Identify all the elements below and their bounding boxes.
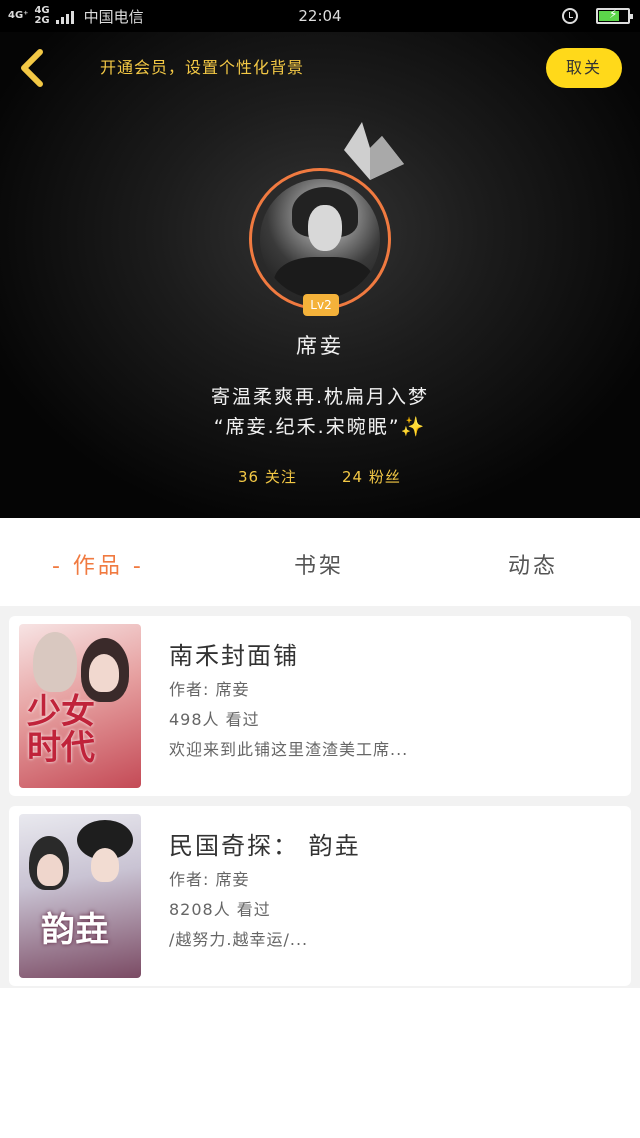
work-views: 498人 看过	[169, 710, 260, 729]
tab-bookshelf[interactable]: 书架	[294, 548, 344, 580]
cover-title-art: 少女 时代	[27, 692, 95, 768]
fans-count[interactable]: 24 粉丝	[342, 466, 401, 487]
status-bar: 4G⁺ 4G 2G 中国电信 22:04 ⚡	[0, 0, 640, 32]
work-card[interactable]: 韵垚 民国奇探： 韵垚 作者: 席妾 8208人 看过 /越努力.越幸运/...	[9, 806, 631, 986]
vip-background-promo[interactable]: 开通会员，设置个性化背景	[100, 54, 304, 78]
work-views: 8208人 看过	[169, 900, 271, 919]
tab-activity[interactable]: 动态	[508, 548, 558, 580]
work-title: 民国奇探： 韵垚	[169, 832, 361, 860]
following-count[interactable]: 36 关注	[238, 466, 297, 487]
avatar[interactable]	[260, 179, 380, 299]
tab-works[interactable]: - 作品 -	[52, 548, 144, 580]
back-button[interactable]	[14, 46, 54, 90]
unfollow-button[interactable]: 取关	[546, 48, 622, 88]
work-description: /越努力.越幸运/...	[169, 930, 309, 949]
work-cover: 韵垚	[19, 814, 141, 978]
bio-line-2-text: “席妾.纪禾.宋晼眠”	[213, 416, 401, 438]
work-author: 作者: 席妾	[169, 680, 250, 699]
sparkle-icon: ✨	[400, 416, 427, 438]
work-cover: 少女 时代	[19, 624, 141, 788]
user-name: 席妾	[296, 334, 344, 358]
chevron-left-icon	[21, 49, 43, 87]
status-time: 22:04	[298, 7, 342, 25]
work-author: 作者: 席妾	[169, 870, 250, 889]
cover-title-art: 韵垚	[41, 910, 109, 950]
work-description: 欢迎来到此铺这里渣渣美工席...	[169, 740, 409, 759]
bio-line-2: “席妾.纪禾.宋晼眠”✨	[0, 412, 640, 439]
work-title: 南禾封面铺	[169, 642, 299, 670]
profile-tabs: - 作品 - 书架 动态	[0, 518, 640, 606]
profile-header: 开通会员，设置个性化背景 取关 Lv2 席妾 寄温柔爽再.枕扁月入梦 “席妾.纪…	[0, 32, 640, 518]
works-list: 少女 时代 南禾封面铺 作者: 席妾 498人 看过 欢迎来到此铺这里渣渣美工席…	[0, 606, 640, 988]
empty-area	[0, 988, 640, 1138]
avatar-ring	[249, 168, 391, 310]
work-card[interactable]: 少女 时代 南禾封面铺 作者: 席妾 498人 看过 欢迎来到此铺这里渣渣美工席…	[9, 616, 631, 796]
bio-line-1: 寄温柔爽再.枕扁月入梦	[210, 386, 430, 408]
battery-icon: ⚡	[596, 7, 633, 24]
charging-icon: ⚡	[609, 7, 618, 21]
level-badge: Lv2	[303, 294, 339, 316]
status-right: ⚡	[562, 0, 633, 32]
alarm-icon	[562, 8, 578, 24]
